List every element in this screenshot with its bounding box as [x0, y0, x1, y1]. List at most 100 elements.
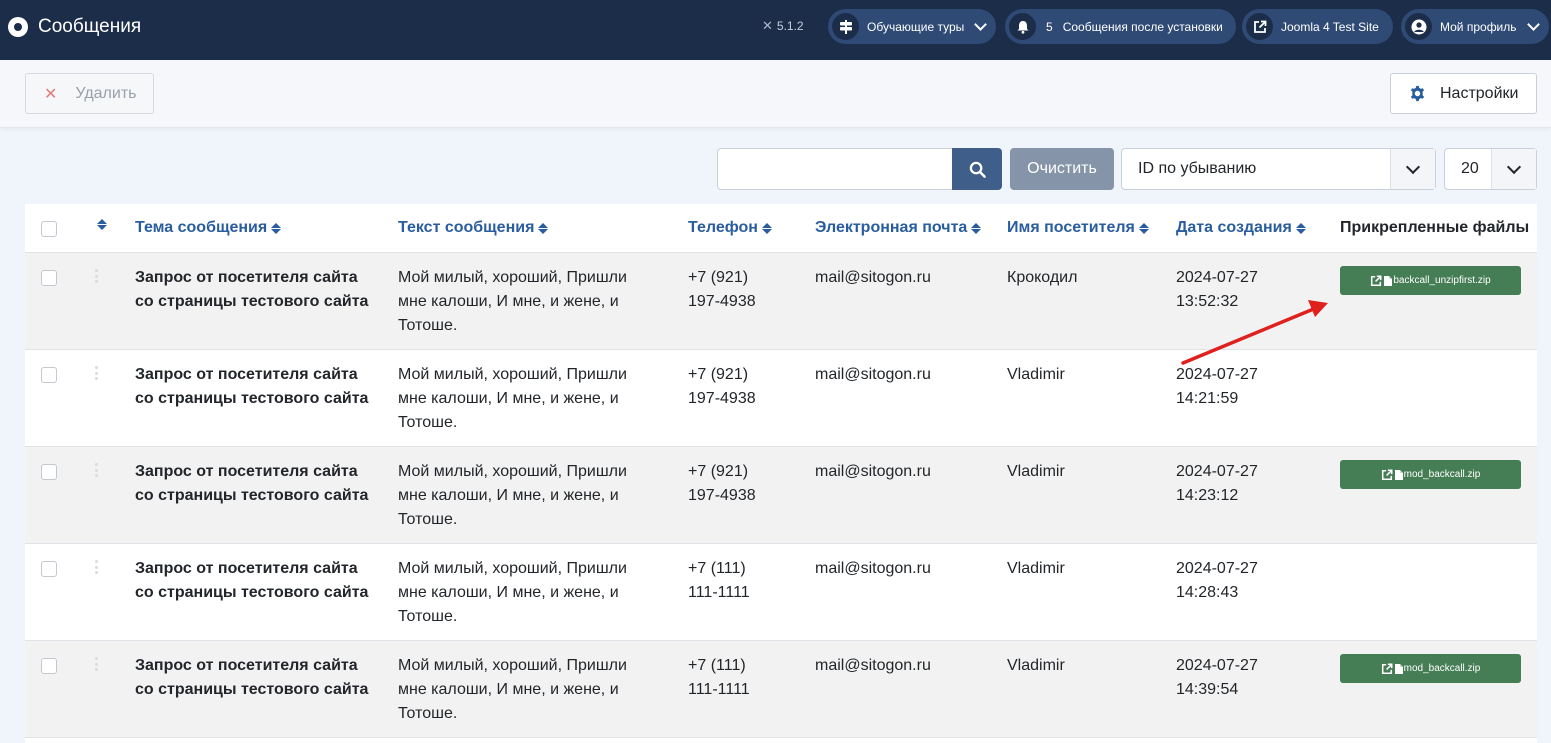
signpost-icon	[832, 13, 859, 40]
list-limit-value: 20	[1461, 160, 1479, 177]
attachment-download-button[interactable]: backcall_unzipfirst.zip	[1340, 266, 1521, 295]
drag-handle-icon[interactable]	[95, 657, 98, 671]
file-icon	[1384, 275, 1393, 286]
chevron-down-icon	[974, 18, 988, 31]
drag-handle-icon[interactable]	[95, 560, 98, 574]
visitor-name: Vladimir	[1007, 560, 1065, 577]
notifications-count: 5	[1046, 19, 1053, 34]
site-name-label: Joomla 4 Test Site	[1281, 19, 1379, 34]
page-title-text: Сообщения	[38, 16, 142, 37]
chevron-down-icon	[1526, 18, 1540, 31]
close-icon: ✕	[44, 85, 58, 103]
row-checkbox[interactable]	[41, 658, 57, 674]
visitor-name: Vladimir	[1007, 657, 1065, 674]
attachment-filename: backcall_unzipfirst.zip	[1393, 275, 1491, 286]
message-phone: +7 (111) 111-1111	[688, 560, 750, 601]
sort-icon	[271, 222, 282, 234]
sort-order-select[interactable]: ID по убыванию	[1121, 148, 1436, 190]
post-install-messages-label: Сообщения после установки	[1062, 19, 1223, 34]
joomla-circle-icon	[8, 17, 28, 37]
column-header-email[interactable]: Электронная почта	[815, 219, 982, 237]
ordering-sort-button[interactable]	[93, 219, 107, 230]
view-site-button[interactable]: Joomla 4 Test Site	[1242, 9, 1393, 44]
row-checkbox[interactable]	[41, 270, 57, 286]
visitor-name: Vladimir	[1007, 463, 1065, 480]
message-phone: +7 (111) 111-1111	[688, 657, 750, 698]
message-subject[interactable]: Запрос от посетителя сайта со страницы те…	[135, 654, 368, 702]
message-text: Мой милый, хороший, Пришли мне калоши, И …	[398, 560, 627, 625]
external-link-icon	[1370, 275, 1382, 287]
attachment-filename: mod_backcall.zip	[1403, 469, 1481, 480]
joomla-logo-icon: ✕	[762, 18, 773, 33]
created-date: 2024-07-27 14:21:59	[1176, 366, 1258, 407]
user-icon	[1405, 13, 1432, 40]
drag-handle-icon[interactable]	[95, 463, 98, 477]
row-checkbox[interactable]	[41, 367, 57, 383]
sort-icon	[97, 219, 107, 230]
clear-label: Очистить	[1027, 160, 1097, 177]
select-all-checkbox[interactable]	[41, 221, 57, 237]
external-link-icon	[1381, 663, 1393, 675]
external-link-icon	[1381, 469, 1393, 481]
top-header: Сообщения ✕ 5.1.2 Обучающие туры 5 Сообщ…	[0, 0, 1551, 60]
column-header-date[interactable]: Дата создания	[1176, 219, 1306, 237]
toolbar: ✕ Удалить Настройки	[0, 60, 1551, 128]
table-row: Запрос от посетителя сайта со страницы те…	[25, 350, 1537, 447]
table-row: Запрос от посетителя сайта со страницы те…	[25, 253, 1537, 350]
search-icon	[969, 161, 986, 178]
attachment-filename: mod_backcall.zip	[1403, 663, 1481, 674]
bell-icon	[1009, 13, 1036, 40]
message-subject[interactable]: Запрос от посетителя сайта со страницы те…	[135, 363, 368, 411]
message-text: Мой милый, хороший, Пришли мне калоши, И …	[398, 269, 627, 334]
attachment-download-button[interactable]: mod_backcall.zip	[1340, 460, 1521, 489]
message-text: Мой милый, хороший, Пришли мне калоши, И …	[398, 657, 627, 722]
message-email: mail@sitogon.ru	[815, 463, 931, 480]
messages-table: Тема сообщения Текст сообщения Телефон Э…	[25, 204, 1537, 743]
gear-icon	[1409, 85, 1426, 102]
version-text: 5.1.2	[776, 19, 804, 33]
guided-tours-button[interactable]: Обучающие туры	[828, 9, 996, 44]
table-row: Запрос от посетителя сайта со страницы те…	[25, 447, 1537, 544]
column-header-text[interactable]: Текст сообщения	[398, 219, 549, 237]
row-checkbox[interactable]	[41, 464, 57, 480]
created-date: 2024-07-27 14:39:54	[1176, 657, 1258, 698]
sort-icon	[1138, 222, 1149, 234]
guided-tours-label: Обучающие туры	[867, 19, 965, 34]
message-email: mail@sitogon.ru	[815, 366, 931, 383]
drag-handle-icon[interactable]	[95, 366, 98, 380]
file-icon	[1394, 663, 1403, 674]
drag-handle-icon[interactable]	[95, 269, 98, 283]
profile-label: Мой профиль	[1440, 19, 1517, 34]
message-phone: +7 (921) 197-4938	[688, 366, 756, 407]
message-subject[interactable]: Запрос от посетителя сайта со страницы те…	[135, 266, 368, 314]
chevron-down-icon	[1390, 149, 1435, 189]
list-limit-select[interactable]: 20	[1444, 148, 1537, 190]
clear-button[interactable]: Очистить	[1010, 148, 1114, 190]
column-header-name[interactable]: Имя посетителя	[1007, 219, 1149, 237]
visitor-name: Vladimir	[1007, 366, 1065, 383]
column-header-phone[interactable]: Телефон	[688, 219, 772, 237]
post-install-messages-button[interactable]: 5 Сообщения после установки	[1005, 9, 1236, 44]
message-email: mail@sitogon.ru	[815, 269, 931, 286]
delete-button[interactable]: ✕ Удалить	[25, 73, 154, 114]
message-email: mail@sitogon.ru	[815, 560, 931, 577]
search-button[interactable]	[952, 148, 1002, 190]
search-input[interactable]	[717, 148, 953, 190]
message-subject[interactable]: Запрос от посетителя сайта со страницы те…	[135, 557, 368, 605]
created-date: 2024-07-27 13:52:32	[1176, 269, 1258, 310]
attachment-download-button[interactable]: mod_backcall.zip	[1340, 654, 1521, 683]
sort-icon	[761, 222, 772, 234]
visitor-name: Крокодил	[1007, 269, 1078, 286]
message-phone: +7 (921) 197-4938	[688, 463, 756, 504]
message-email: mail@sitogon.ru	[815, 657, 931, 674]
message-text: Мой милый, хороший, Пришли мне калоши, И …	[398, 366, 627, 431]
settings-button[interactable]: Настройки	[1390, 73, 1537, 114]
column-header-subject[interactable]: Тема сообщения	[135, 219, 282, 237]
settings-label: Настройки	[1440, 84, 1519, 102]
delete-label: Удалить	[75, 84, 137, 102]
page-title: Сообщения	[8, 15, 141, 39]
row-checkbox[interactable]	[41, 561, 57, 577]
user-profile-menu[interactable]: Мой профиль	[1401, 9, 1549, 44]
created-date: 2024-07-27 14:28:43	[1176, 560, 1258, 601]
message-subject[interactable]: Запрос от посетителя сайта со страницы те…	[135, 460, 368, 508]
